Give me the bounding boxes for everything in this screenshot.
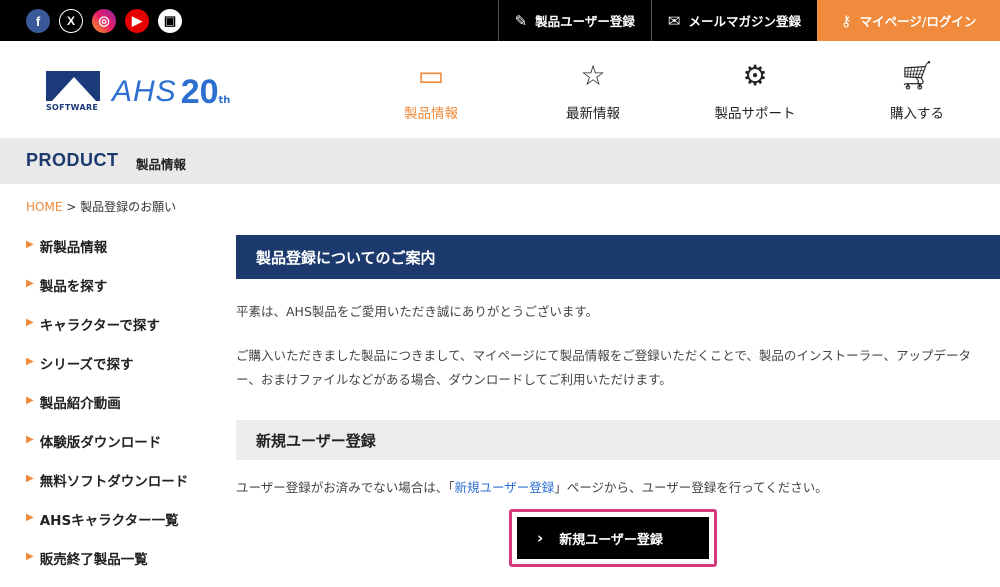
triangle-right-icon: ▶ xyxy=(26,473,34,484)
youtube-icon[interactable]: ▶ xyxy=(125,9,149,33)
social-links: f X ◎ ▶ ▣ xyxy=(26,9,182,33)
key-icon: ⚷ xyxy=(840,11,852,30)
sidebar-item-new-products[interactable]: ▶ 新製品情報 xyxy=(26,236,216,275)
sidebar-item-search-series[interactable]: ▶ シリーズで探す xyxy=(26,353,216,392)
sidebar-item-characters[interactable]: ▶ AHSキャラクター一覧 xyxy=(26,509,216,548)
product-register-label: 製品ユーザー登録 xyxy=(535,14,635,29)
newsletter-label: メールマガジン登録 xyxy=(688,14,801,29)
nav-support-label: 製品サポート xyxy=(714,105,796,122)
edit-icon: ✎ xyxy=(514,11,528,30)
breadcrumb-home[interactable]: HOME xyxy=(26,200,62,214)
section-title-en: PRODUCT xyxy=(26,150,119,170)
nav-buy[interactable]: 🛒︎ 購入する xyxy=(836,41,998,138)
facebook-icon[interactable]: f xyxy=(26,9,50,33)
sidebar-item-label: 新製品情報 xyxy=(39,240,108,256)
triangle-right-icon: ▶ xyxy=(26,434,34,445)
new-user-register-link[interactable]: 新規ユーザー登録 xyxy=(455,480,555,495)
triangle-right-icon: ▶ xyxy=(26,317,34,328)
sidebar-item-free-download[interactable]: ▶ 無料ソフトダウンロード xyxy=(26,470,216,509)
mypage-login-link[interactable]: ⚷ マイページ/ログイン xyxy=(817,0,1000,41)
monitor-icon: ▭ xyxy=(417,58,445,92)
breadcrumb: HOME > 製品登録のお願い xyxy=(26,198,176,215)
nav-support[interactable]: ⚙ 製品サポート xyxy=(674,41,836,138)
sidebar: ▶ 新製品情報 ▶ 製品を探す ▶ キャラクターで探す ▶ シリーズで探す ▶ 製品紹介動… xyxy=(26,236,216,587)
site-header: SOFTWARE AHS 20 th ▭ 製品情報 ☆ 最新情報 ⚙ 製品サポー… xyxy=(0,41,1000,138)
section-band: PRODUCT 製品情報 xyxy=(0,138,1000,184)
page-heading: 製品登録についてのご案内 xyxy=(236,235,1000,279)
sidebar-item-label: AHSキャラクター一覧 xyxy=(39,513,179,529)
mypage-login-label: マイページ/ログイン xyxy=(859,14,977,29)
main-content: 製品登録についてのご案内 平素は、AHS製品をご愛用いただき誠にありがとうござい… xyxy=(236,235,1000,567)
cart-icon: 🛒︎ xyxy=(899,58,935,92)
section-title-jp: 製品情報 xyxy=(136,157,187,172)
new-user-heading: 新規ユーザー登録 xyxy=(236,420,1000,460)
tv-icon[interactable]: ▣ xyxy=(158,9,182,33)
sidebar-item-label: 販売終了製品一覧 xyxy=(39,552,148,568)
twentieth-anniversary-mark: 20 xyxy=(180,73,219,111)
new-user-paragraph: ユーザー登録がお済みでない場合は、「新規ユーザー登録」ページから、ユーザー登録を… xyxy=(236,480,828,495)
triangle-right-icon: ▶ xyxy=(26,239,34,250)
description-paragraph: ご購入いただきました製品につきまして、マイページにて製品情報をご登録いただくこと… xyxy=(236,348,972,387)
ahs-logo-text: AHS xyxy=(112,75,177,108)
triangle-right-icon: ▶ xyxy=(26,356,34,367)
sidebar-item-label: シリーズで探す xyxy=(39,357,134,373)
sidebar-item-trial-download[interactable]: ▶ 体験版ダウンロード xyxy=(26,431,216,470)
sidebar-item-label: 製品を探す xyxy=(39,279,108,295)
triangle-right-icon: ▶ xyxy=(26,278,34,289)
x-icon[interactable]: X xyxy=(59,9,83,33)
nav-products[interactable]: ▭ 製品情報 xyxy=(350,41,512,138)
chevron-right-icon: › xyxy=(537,529,544,547)
star-icon: ☆ xyxy=(580,58,606,92)
nav-products-label: 製品情報 xyxy=(404,105,458,122)
sidebar-item-search-character[interactable]: ▶ キャラクターで探す xyxy=(26,314,216,353)
cta-highlight: › 新規ユーザー登録 xyxy=(509,509,717,567)
nav-buy-label: 購入する xyxy=(890,105,944,122)
triangle-right-icon: ▶ xyxy=(26,395,34,406)
top-bar: f X ◎ ▶ ▣ ✎ 製品ユーザー登録 ✉ メールマガジン登録 ⚷ マイページ… xyxy=(0,0,1000,41)
triangle-right-icon: ▶ xyxy=(26,551,34,562)
nav-news[interactable]: ☆ 最新情報 xyxy=(512,41,674,138)
sidebar-item-label: 製品紹介動画 xyxy=(39,396,121,412)
nav-news-label: 最新情報 xyxy=(566,105,620,122)
breadcrumb-separator: > xyxy=(62,200,81,214)
sidebar-item-label: 無料ソフトダウンロード xyxy=(39,474,189,490)
sidebar-item-discontinued[interactable]: ▶ 販売終了製品一覧 xyxy=(26,548,216,587)
anniversary-th: th xyxy=(218,95,231,106)
mail-icon: ✉ xyxy=(667,11,681,30)
gears-icon: ⚙ xyxy=(742,58,768,92)
triangle-right-icon: ▶ xyxy=(26,512,34,523)
sidebar-item-search-products[interactable]: ▶ 製品を探す xyxy=(26,275,216,314)
intro-paragraph: 平素は、AHS製品をご愛用いただき誠にありがとうございます。 xyxy=(236,304,599,319)
instagram-icon[interactable]: ◎ xyxy=(92,9,116,33)
site-logo[interactable]: SOFTWARE AHS 20 th xyxy=(46,71,230,112)
ahs-software-logo-mark: SOFTWARE xyxy=(46,71,102,112)
breadcrumb-current: 製品登録のお願い xyxy=(80,200,177,214)
sidebar-item-label: 体験版ダウンロード xyxy=(39,435,162,451)
top-links: ✎ 製品ユーザー登録 ✉ メールマガジン登録 ⚷ マイページ/ログイン xyxy=(497,0,1000,41)
product-register-link[interactable]: ✎ 製品ユーザー登録 xyxy=(497,0,651,41)
newsletter-link[interactable]: ✉ メールマガジン登録 xyxy=(650,0,817,41)
new-user-register-button-label: 新規ユーザー登録 xyxy=(559,532,663,548)
sidebar-item-product-videos[interactable]: ▶ 製品紹介動画 xyxy=(26,392,216,431)
new-user-register-button[interactable]: › 新規ユーザー登録 xyxy=(517,517,709,559)
main-nav: ▭ 製品情報 ☆ 最新情報 ⚙ 製品サポート 🛒︎ 購入する xyxy=(350,41,998,138)
sidebar-item-label: キャラクターで探す xyxy=(39,318,160,334)
